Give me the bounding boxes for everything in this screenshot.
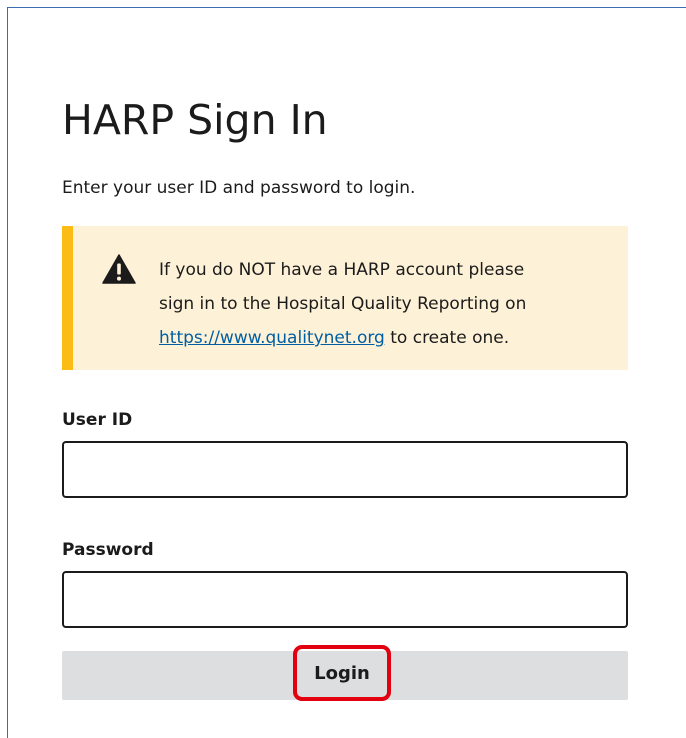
- user-id-input[interactable]: [62, 441, 628, 498]
- warning-icon: [102, 254, 136, 284]
- qualitynet-link[interactable]: https://www.qualitynet.org: [159, 328, 385, 348]
- page-subtitle: Enter your user ID and password to login…: [62, 178, 416, 198]
- alert-line-2: sign in to the Hospital Quality Reportin…: [159, 294, 527, 314]
- password-label: Password: [62, 540, 154, 560]
- alert-message: If you do NOT have a HARP account please…: [159, 253, 619, 355]
- user-id-label: User ID: [62, 410, 133, 430]
- alert-line-3-suffix: to create one.: [384, 328, 510, 348]
- alert-line-3: https://www.qualitynet.org to create one…: [159, 321, 619, 355]
- info-alert: If you do NOT have a HARP account please…: [62, 226, 628, 370]
- password-input[interactable]: [62, 571, 628, 628]
- alert-line-1: If you do NOT have a HARP account please: [159, 260, 525, 280]
- login-button[interactable]: [62, 651, 628, 700]
- page-title: HARP Sign In: [62, 96, 328, 144]
